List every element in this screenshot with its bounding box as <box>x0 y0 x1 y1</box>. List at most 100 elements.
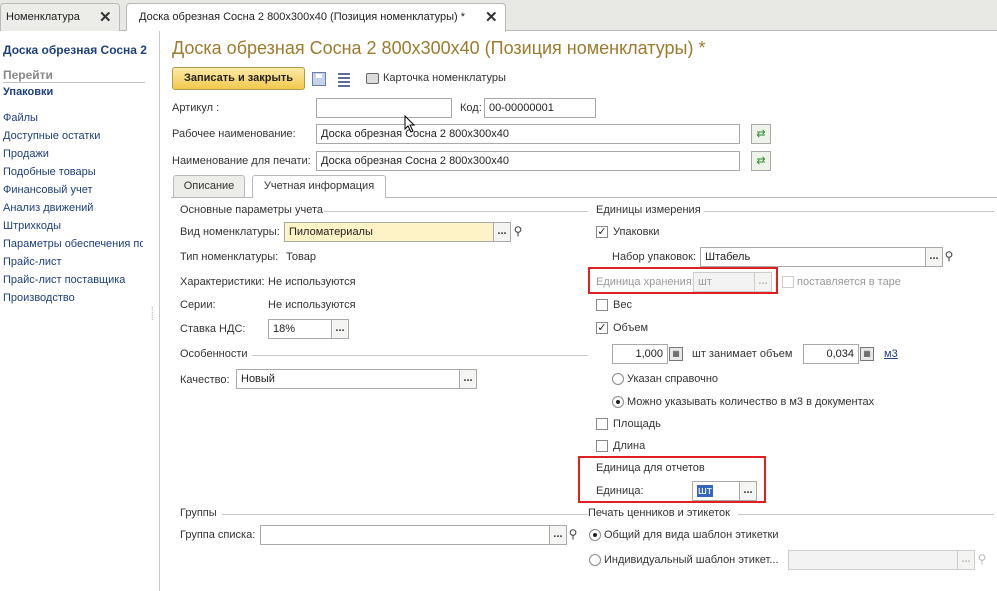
type-value: Товар <box>286 251 316 263</box>
tare-checkbox[interactable] <box>782 276 794 288</box>
divider <box>704 211 994 212</box>
close-icon[interactable]: ✕ <box>99 8 112 26</box>
select-button[interactable]: ... <box>493 222 511 242</box>
translate-icon[interactable]: ⇄ <box>751 151 771 171</box>
volume-label: Объем <box>613 322 649 334</box>
sidebar-item-similar[interactable]: Подобные товары <box>3 166 153 178</box>
save-icon[interactable] <box>312 72 326 86</box>
print-name-label: Наименование для печати: <box>172 155 311 167</box>
divider <box>3 82 145 83</box>
tab-item-card[interactable]: Доска обрезная Сосна 2 800x300x40 (Позиц… <box>126 3 506 32</box>
area-checkbox[interactable] <box>596 418 608 430</box>
search-icon[interactable]: ⚲ <box>565 525 581 545</box>
report-unit-input[interactable]: шт <box>692 481 740 501</box>
vat-input[interactable]: 18% <box>268 319 332 339</box>
search-icon[interactable]: ⚲ <box>974 550 990 570</box>
packages-label: Упаковки <box>613 226 660 238</box>
tab-nomenclature[interactable]: Номенклатура ✕ <box>0 3 120 31</box>
chars-label: Характеристики: <box>180 276 265 288</box>
series-label: Серии: <box>180 299 216 311</box>
close-icon[interactable]: ✕ <box>485 8 498 26</box>
sidebar-item-packages[interactable]: Упаковки <box>3 86 153 98</box>
quality-label: Качество: <box>180 374 230 386</box>
page-title: Доска обрезная Сосна 2 800x300x40 (Позиц… <box>172 38 706 58</box>
list-group-label: Группа списка: <box>180 529 256 541</box>
sidebar-section: Перейти <box>3 68 53 82</box>
save-and-close-button[interactable]: Записать и закрыть <box>172 67 305 90</box>
area-label: Площадь <box>613 418 661 430</box>
sidebar-title: Доска обрезная Сосна 2 800x300x40 <box>3 43 148 57</box>
common-template-label: Общий для вида шаблон этикетки <box>604 529 779 541</box>
translate-icon[interactable]: ⇄ <box>751 124 771 144</box>
search-icon[interactable]: ⚲ <box>941 247 957 267</box>
printer-icon[interactable] <box>366 73 379 84</box>
select-button[interactable]: ... <box>459 369 477 389</box>
group-title: Печать ценников и этикеток <box>588 507 730 519</box>
divider <box>738 514 994 515</box>
group-title: Группы <box>180 507 217 519</box>
template-input[interactable] <box>788 550 958 570</box>
sidebar-item-production[interactable]: Производство <box>3 292 153 304</box>
volume-checkbox[interactable]: ✓ <box>596 322 608 334</box>
sidebar-item-available[interactable]: Доступные остатки <box>3 130 153 142</box>
sidebar-item-files[interactable]: Файлы <box>3 112 153 124</box>
individual-template-label: Индивидуальный шаблон этикет... <box>604 554 779 566</box>
article-input[interactable] <box>316 98 452 118</box>
qty-input[interactable]: 1,000 <box>612 344 668 364</box>
article-label: Артикул : <box>172 102 220 114</box>
weight-checkbox[interactable] <box>596 299 608 311</box>
quality-input[interactable]: Новый <box>236 369 460 389</box>
search-icon[interactable]: ⚲ <box>510 222 526 242</box>
group-title: Единицы измерения <box>596 204 701 216</box>
list-group-input[interactable] <box>260 525 550 545</box>
common-template-radio[interactable] <box>589 529 601 541</box>
qty-text: шт занимает объем <box>692 348 793 360</box>
card-button[interactable]: Карточка номенклатуры <box>383 72 506 84</box>
sidebar-item-pricelist[interactable]: Прайс-лист <box>3 256 153 268</box>
sidebar-item-supply[interactable]: Параметры обеспечения потребностей <box>3 238 143 250</box>
reference-radio[interactable] <box>612 373 624 385</box>
sidebar-item-barcodes[interactable]: Штрихкоды <box>3 220 153 232</box>
calculator-icon[interactable]: ▦ <box>860 347 874 361</box>
divider <box>222 514 588 515</box>
tab-description[interactable]: Описание <box>173 175 245 197</box>
group-title: Особенности <box>180 348 248 360</box>
tare-label: поставляется в таре <box>797 276 901 288</box>
individual-template-radio[interactable] <box>589 554 601 566</box>
sidebar-item-supplier-pricelist[interactable]: Прайс-лист поставщика <box>3 274 153 286</box>
sidebar-item-movements[interactable]: Анализ движений <box>3 202 153 214</box>
kind-label: Вид номенклатуры: <box>180 226 280 238</box>
tab-label: Номенклатура <box>6 11 80 23</box>
storage-unit-input[interactable]: шт <box>693 272 755 292</box>
m3-docs-label: Можно указывать количество в м3 в докуме… <box>627 396 875 408</box>
chars-value: Не используются <box>268 276 356 288</box>
packages-checkbox[interactable]: ✓ <box>596 226 608 238</box>
code-label: Код: <box>460 102 482 114</box>
report-unit-title: Единица для отчетов <box>596 462 705 474</box>
select-button[interactable]: ... <box>754 272 772 292</box>
tab-accounting[interactable]: Учетная информация <box>252 175 386 198</box>
weight-label: Вес <box>613 299 632 311</box>
kind-input[interactable]: Пиломатериалы <box>284 222 494 242</box>
set-input[interactable]: Штабель <box>700 247 926 267</box>
storage-unit-label: Единица хранения: <box>596 276 695 288</box>
select-button[interactable]: ... <box>739 481 757 501</box>
print-name-input[interactable]: Доска обрезная Сосна 2 800x300x40 <box>316 151 740 171</box>
type-label: Тип номенклатуры: <box>180 251 279 263</box>
work-name-input[interactable]: Доска обрезная Сосна 2 800x300x40 <box>316 124 740 144</box>
volume-input[interactable]: 0,034 <box>803 344 859 364</box>
m3-docs-radio[interactable] <box>612 396 624 408</box>
length-checkbox[interactable] <box>596 440 608 452</box>
vat-label: Ставка НДС: <box>180 323 246 335</box>
select-button[interactable]: ... <box>957 550 975 570</box>
volume-unit-link[interactable]: м3 <box>884 348 898 360</box>
length-label: Длина <box>613 440 646 452</box>
splitter-handle[interactable]: ⁞ ⁞ <box>151 306 154 322</box>
list-icon[interactable] <box>338 71 350 87</box>
sidebar-item-finance[interactable]: Финансовый учет <box>3 184 153 196</box>
code-input[interactable]: 00-00000001 <box>484 98 596 118</box>
tab-label: Доска обрезная Сосна 2 800x300x40 (Позиц… <box>139 11 466 23</box>
calculator-icon[interactable]: ▦ <box>669 347 683 361</box>
sidebar-item-sales[interactable]: Продажи <box>3 148 153 160</box>
select-button[interactable]: ... <box>331 319 349 339</box>
